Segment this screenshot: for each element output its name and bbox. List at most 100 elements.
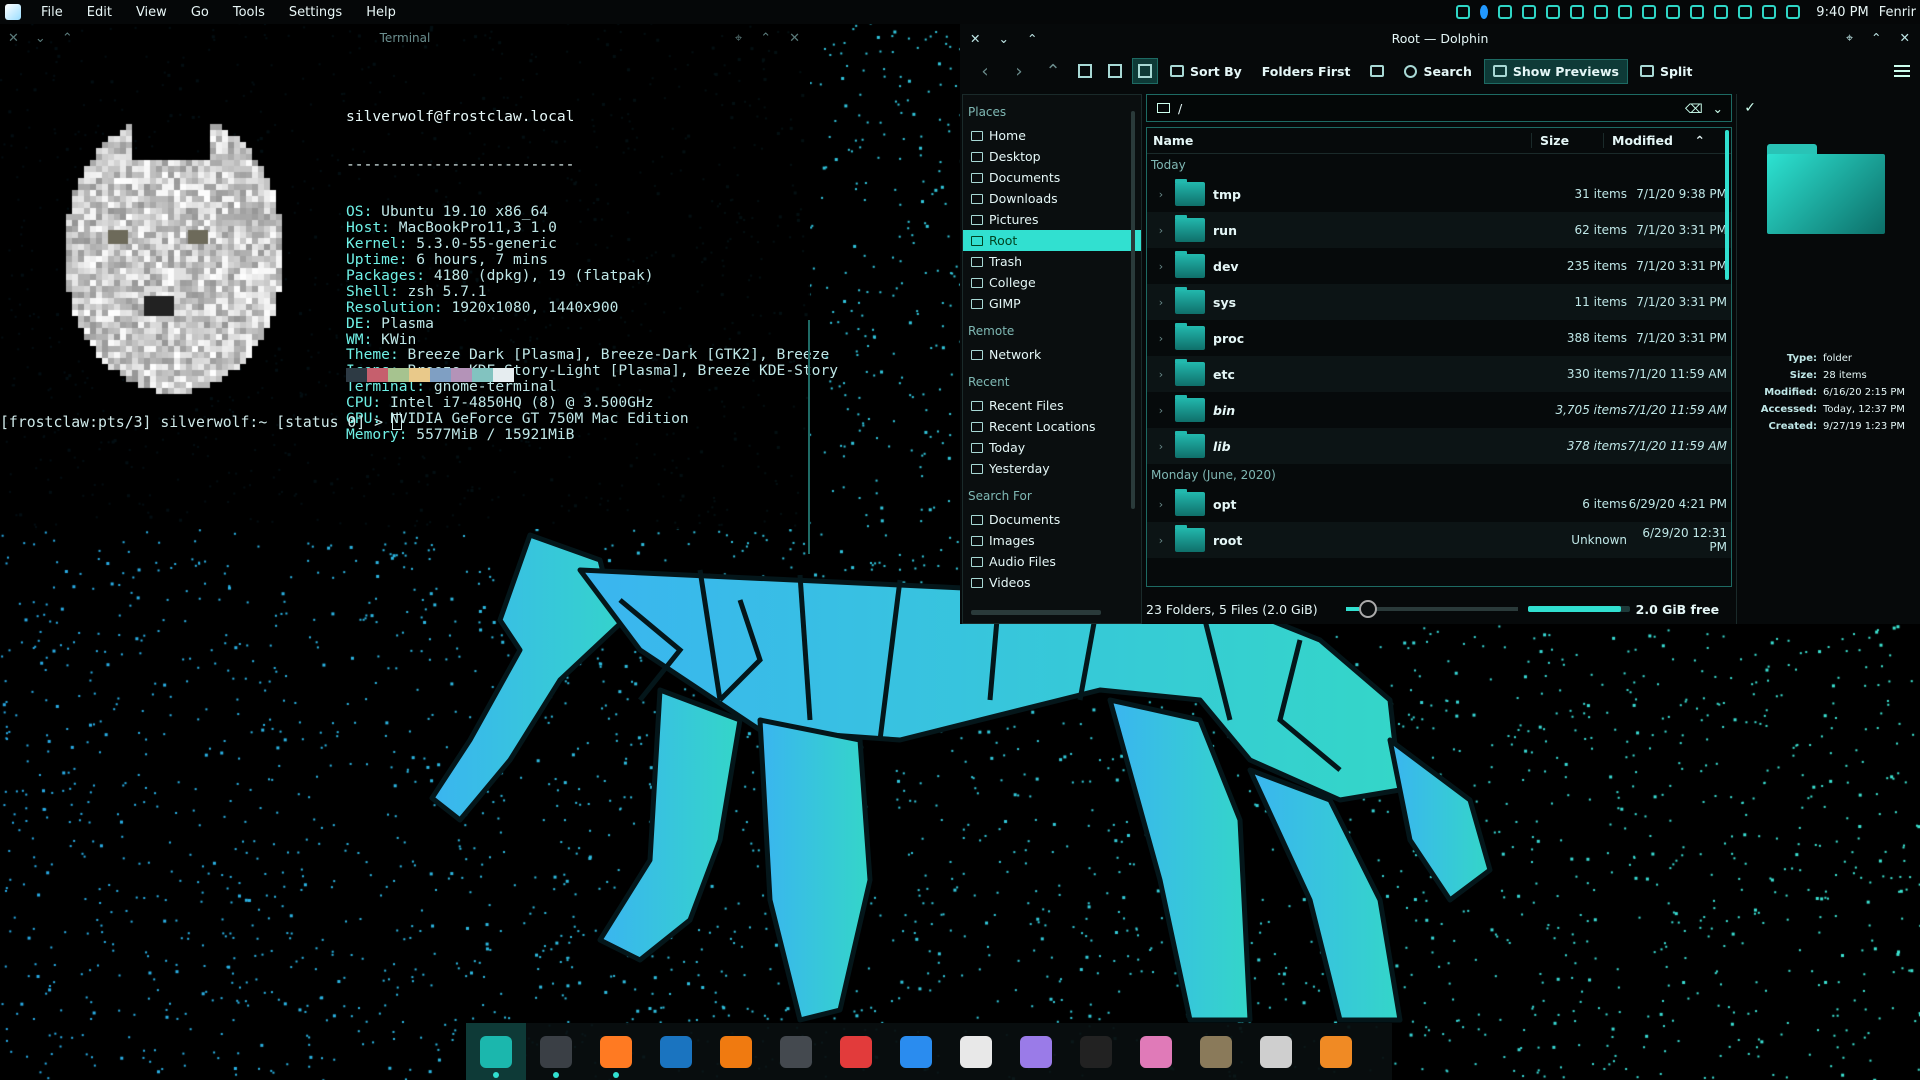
up-icon[interactable]: ⌃ bbox=[1038, 61, 1068, 82]
expand-chevron-icon[interactable]: › bbox=[1147, 224, 1175, 237]
places-item-today[interactable]: Today bbox=[963, 437, 1141, 458]
table-row[interactable]: › run 62 items 7/1/20 3:31 PM bbox=[1147, 212, 1731, 248]
maximize-icon[interactable]: ⌃ bbox=[1871, 30, 1881, 46]
shell-prompt[interactable]: [frostclaw:pts/3] silverwolf:~ [status 0… bbox=[0, 414, 402, 431]
blender-launcher[interactable] bbox=[1306, 1023, 1366, 1080]
close-icon[interactable]: ✕ bbox=[970, 31, 980, 46]
close-icon[interactable]: ✕ bbox=[8, 31, 19, 46]
split-button[interactable]: Split bbox=[1632, 60, 1701, 83]
eye-app-launcher[interactable] bbox=[1126, 1023, 1186, 1080]
wifi-icon[interactable] bbox=[1762, 5, 1777, 19]
table-row[interactable]: › dev 235 items 7/1/20 3:31 PM bbox=[1147, 248, 1731, 284]
places-item-recent-locations[interactable]: Recent Locations bbox=[963, 416, 1141, 437]
expand-chevron-icon[interactable]: › bbox=[1147, 296, 1175, 309]
bluetooth-icon[interactable] bbox=[1690, 5, 1705, 19]
maximize-icon[interactable]: ⌃ bbox=[760, 31, 771, 46]
table-row[interactable]: › opt 6 items 6/29/20 4:21 PM bbox=[1147, 486, 1731, 522]
terminal-titlebar[interactable]: ✕ ⌄ ⌃ Terminal ⌖ ⌃ ✕ bbox=[0, 24, 810, 52]
menu-file[interactable]: File bbox=[29, 5, 75, 20]
name-column-header[interactable]: Name bbox=[1147, 133, 1531, 148]
crossover-launcher[interactable] bbox=[706, 1023, 766, 1080]
forward-icon[interactable]: › bbox=[1004, 61, 1034, 82]
dolphin-window[interactable]: ✕ ⌄ ⌃ Root — Dolphin ⌖ ⌃ ✕ ‹ › ⌃ Sort By… bbox=[960, 24, 1920, 624]
dolphin-titlebar[interactable]: ✕ ⌄ ⌃ Root — Dolphin ⌖ ⌃ ✕ bbox=[960, 24, 1920, 52]
table-row[interactable]: › etc 330 items 7/1/20 11:59 AM bbox=[1147, 356, 1731, 392]
compact-view-button[interactable] bbox=[1102, 58, 1128, 84]
menu-view[interactable]: View bbox=[124, 5, 179, 20]
terminal-launcher[interactable] bbox=[526, 1023, 586, 1080]
show-previews-button[interactable]: Show Previews bbox=[1483, 58, 1628, 84]
places-hscrollbar[interactable] bbox=[971, 610, 1101, 615]
terminal-window[interactable]: ✕ ⌄ ⌃ Terminal ⌖ ⌃ ✕ silverwolf@frostcla… bbox=[0, 24, 838, 554]
zoom-slider-handle[interactable] bbox=[1359, 600, 1378, 618]
expand-chevron-icon[interactable]: › bbox=[1147, 332, 1175, 345]
cloud-icon[interactable] bbox=[1522, 5, 1537, 19]
alert-icon[interactable] bbox=[1480, 5, 1489, 19]
table-row[interactable]: › bin 3,705 items 7/1/20 11:59 AM bbox=[1147, 392, 1731, 428]
steam-launcher[interactable] bbox=[646, 1023, 706, 1080]
table-row[interactable]: › sys 11 items 7/1/20 3:31 PM bbox=[1147, 284, 1731, 320]
location-bar[interactable]: / ⌫ ⌄ ✓ bbox=[1146, 94, 1756, 122]
chevron-up-icon[interactable]: ⌃ bbox=[62, 31, 73, 46]
discover-launcher[interactable] bbox=[1006, 1023, 1066, 1080]
light-icon[interactable] bbox=[1594, 5, 1609, 19]
expand-chevron-icon[interactable]: › bbox=[1147, 368, 1175, 381]
menu-go[interactable]: Go bbox=[179, 5, 221, 20]
places-item-images[interactable]: Images bbox=[963, 530, 1141, 551]
details-view-button[interactable] bbox=[1132, 58, 1158, 84]
modified-column-header[interactable]: Modified ⌃ bbox=[1603, 133, 1713, 148]
places-item-videos[interactable]: Videos bbox=[963, 572, 1141, 593]
inkscape-launcher[interactable] bbox=[1066, 1023, 1126, 1080]
text-file-launcher[interactable] bbox=[946, 1023, 1006, 1080]
menu-help[interactable]: Help bbox=[354, 5, 408, 20]
terminal-scrollbar[interactable] bbox=[808, 320, 810, 554]
places-item-pictures[interactable]: Pictures bbox=[963, 209, 1141, 230]
places-item-trash[interactable]: Trash bbox=[963, 251, 1141, 272]
size-column-header[interactable]: Size bbox=[1531, 133, 1603, 148]
places-item-documents[interactable]: Documents bbox=[963, 509, 1141, 530]
places-item-recent-files[interactable]: Recent Files bbox=[963, 395, 1141, 416]
location-path[interactable]: / bbox=[1178, 101, 1182, 116]
x-app-launcher[interactable] bbox=[1246, 1023, 1306, 1080]
chevron-down-icon[interactable]: ⌄ bbox=[1713, 101, 1723, 116]
places-item-desktop[interactable]: Desktop bbox=[963, 146, 1141, 167]
pin-icon[interactable]: ⌖ bbox=[1846, 30, 1853, 46]
search-button[interactable]: Search bbox=[1396, 60, 1479, 83]
close-window-icon[interactable]: ✕ bbox=[789, 31, 800, 46]
volume-icon[interactable] bbox=[1618, 5, 1633, 19]
keyboard-layout-icon[interactable] bbox=[1738, 5, 1753, 19]
panels-button[interactable] bbox=[1362, 61, 1392, 81]
table-row[interactable]: › proc 388 items 7/1/20 3:31 PM bbox=[1147, 320, 1731, 356]
device-icon[interactable] bbox=[1666, 5, 1681, 19]
notifications-icon[interactable] bbox=[1456, 5, 1471, 19]
places-item-gimp[interactable]: GIMP bbox=[963, 293, 1141, 314]
clipboard-icon[interactable] bbox=[1570, 5, 1585, 19]
table-row[interactable]: › root Unknown 6/29/20 12:31 PM bbox=[1147, 522, 1731, 558]
dolphin-file-manager-launcher[interactable] bbox=[466, 1023, 526, 1080]
gimp-launcher[interactable] bbox=[1186, 1023, 1246, 1080]
user-name[interactable]: Fenrir bbox=[1879, 5, 1916, 20]
places-item-yesterday[interactable]: Yesterday bbox=[963, 458, 1141, 479]
expand-chevron-icon[interactable]: › bbox=[1147, 188, 1175, 201]
places-item-downloads[interactable]: Downloads bbox=[963, 188, 1141, 209]
folders-first-button[interactable]: Folders First bbox=[1254, 60, 1359, 83]
display-icon[interactable] bbox=[1642, 5, 1657, 19]
lifebuoy-launcher[interactable] bbox=[826, 1023, 886, 1080]
document-launcher[interactable] bbox=[886, 1023, 946, 1080]
chevron-down-icon[interactable]: ⌄ bbox=[998, 31, 1008, 46]
zoom-slider[interactable] bbox=[1345, 600, 1518, 618]
pin-icon[interactable]: ⌖ bbox=[735, 31, 742, 46]
places-item-root[interactable]: Root bbox=[963, 230, 1141, 251]
expand-tray-icon[interactable] bbox=[1786, 5, 1801, 19]
firefox-launcher[interactable] bbox=[586, 1023, 646, 1080]
battery-icon[interactable] bbox=[1714, 5, 1729, 19]
steam-tray-icon[interactable] bbox=[1546, 5, 1561, 19]
places-item-documents[interactable]: Documents bbox=[963, 167, 1141, 188]
menu-tools[interactable]: Tools bbox=[221, 5, 277, 20]
expand-chevron-icon[interactable]: › bbox=[1147, 260, 1175, 273]
chevron-up-icon[interactable]: ⌃ bbox=[1027, 31, 1037, 46]
clock[interactable]: 9:40 PM bbox=[1816, 5, 1868, 20]
settings-launcher[interactable] bbox=[766, 1023, 826, 1080]
expand-chevron-icon[interactable]: › bbox=[1147, 498, 1175, 511]
menu-edit[interactable]: Edit bbox=[75, 5, 124, 20]
